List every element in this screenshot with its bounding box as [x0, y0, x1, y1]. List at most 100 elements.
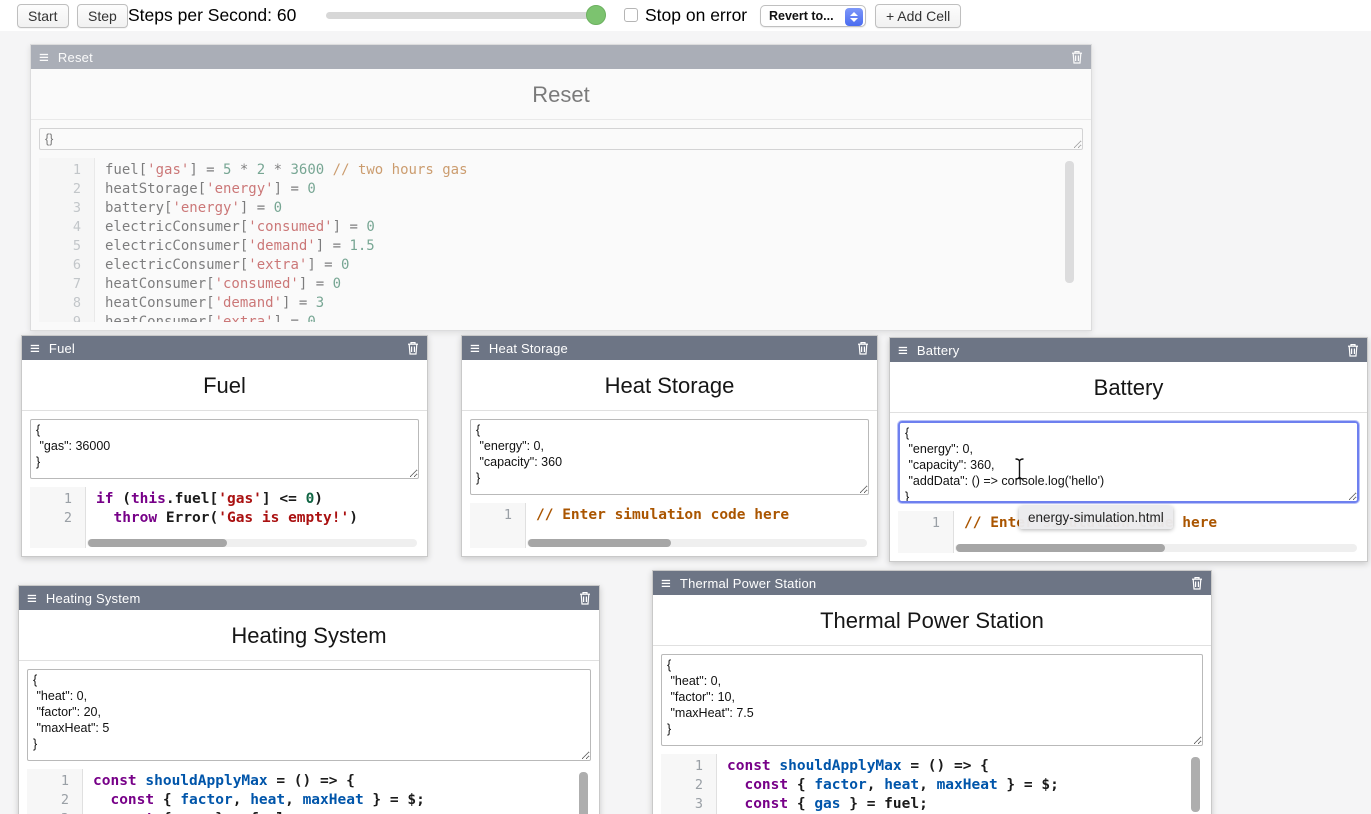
cell-header[interactable]: ≡ Fuel [22, 336, 427, 360]
filename-tooltip: energy-simulation.html [1019, 506, 1173, 529]
config-editor-wrap [470, 419, 869, 495]
line-number: 1 [898, 514, 953, 533]
config-json-input[interactable] [39, 128, 1083, 150]
code-editor[interactable]: 123 const shouldApplyMax = () => { const… [661, 754, 1203, 814]
trash-icon[interactable] [857, 341, 869, 355]
start-button[interactable]: Start [17, 4, 69, 28]
vertical-scrollbar-thumb[interactable] [1191, 757, 1200, 812]
toolbar: Start Step Steps per Second: 60 Stop on … [0, 0, 1371, 31]
speed-slider-thumb[interactable] [586, 5, 606, 25]
config-json-input[interactable] [661, 654, 1203, 746]
line-number: 9 [39, 313, 94, 322]
horizontal-scrollbar[interactable] [527, 539, 867, 547]
divider [890, 412, 1367, 413]
line-number-gutter: 1 [470, 503, 526, 548]
line-number: 1 [470, 506, 525, 525]
divider [462, 410, 877, 411]
menu-icon[interactable]: ≡ [39, 49, 49, 66]
cell-heat_storage: ≡ Heat Storage Heat Storage 1 // Enter s… [461, 335, 878, 557]
cell-header-title: Battery [917, 343, 960, 358]
trash-icon[interactable] [1071, 50, 1083, 64]
cell-heating_system: ≡ Heating System Heating System 123 cons… [18, 585, 600, 814]
cell-title: Thermal Power Station [653, 595, 1211, 645]
divider [31, 119, 1091, 120]
horizontal-scrollbar-thumb[interactable] [528, 539, 671, 547]
speed-slider-track[interactable] [326, 12, 606, 19]
code-line: const { factor, heat, maxHeat } = $; [93, 791, 591, 810]
line-number-gutter: 1 [898, 511, 954, 553]
vertical-scrollbar-thumb[interactable] [1065, 161, 1074, 283]
revert-to-select-value: Revert to... [769, 9, 834, 23]
horizontal-scrollbar-thumb[interactable] [956, 544, 1165, 552]
divider [653, 645, 1211, 646]
horizontal-scrollbar[interactable] [87, 539, 417, 547]
config-json-input[interactable] [470, 419, 869, 495]
code-line: const { factor, heat, maxHeat } = $; [727, 776, 1203, 795]
line-number: 2 [661, 776, 716, 795]
config-json-input[interactable] [30, 419, 419, 479]
menu-icon[interactable]: ≡ [27, 590, 37, 607]
code-editor[interactable]: 123456789 fuel['gas'] = 5 * 2 * 3600 // … [39, 158, 1083, 322]
config-editor-wrap [39, 128, 1083, 150]
cell-header-title: Fuel [49, 341, 75, 356]
code-line: const shouldApplyMax = () => { [93, 772, 591, 791]
code-line: heatConsumer['consumed'] = 0 [105, 275, 1083, 294]
cell-reset: ≡ Reset Reset 123456789 fuel['gas'] = 5 … [30, 44, 1092, 331]
cell-header-title: Heat Storage [489, 341, 568, 356]
cell-header-title: Thermal Power Station [680, 576, 816, 591]
code-line: heatConsumer['demand'] = 3 [105, 294, 1083, 313]
cell-header[interactable]: ≡ Battery [890, 338, 1367, 362]
stop-on-error-checkbox[interactable] [624, 8, 638, 22]
chevron-down-icon [850, 18, 858, 22]
horizontal-scrollbar[interactable] [955, 544, 1357, 552]
trash-icon[interactable] [1191, 576, 1203, 590]
line-number: 3 [661, 795, 716, 814]
code-line: throw Error('Gas is empty!') [96, 509, 419, 528]
menu-icon[interactable]: ≡ [661, 575, 671, 592]
line-number: 7 [39, 275, 94, 294]
line-number: 4 [39, 218, 94, 237]
line-number: 2 [27, 791, 82, 810]
code-line: const shouldApplyMax = () => { [727, 757, 1203, 776]
steps-per-second-label: Steps per Second: 60 [128, 5, 296, 26]
line-number: 5 [39, 237, 94, 256]
menu-icon[interactable]: ≡ [30, 340, 40, 357]
code-editor[interactable]: 123 const shouldApplyMax = () => { const… [27, 769, 591, 814]
revert-to-select[interactable]: Revert to... [760, 5, 866, 27]
line-number: 1 [30, 490, 85, 509]
code-editor[interactable]: 12 if (this.fuel['gas'] <= 0) throw Erro… [30, 487, 419, 548]
trash-icon[interactable] [579, 591, 591, 605]
cell-title: Heating System [19, 610, 599, 660]
cell-header[interactable]: ≡ Heating System [19, 586, 599, 610]
menu-icon[interactable]: ≡ [470, 340, 480, 357]
code-line: electricConsumer['consumed'] = 0 [105, 218, 1083, 237]
code-editor[interactable]: 1 // Enter simulation code here [470, 503, 869, 548]
trash-icon[interactable] [407, 341, 419, 355]
code-line: heatStorage['energy'] = 0 [105, 180, 1083, 199]
line-number: 2 [30, 509, 85, 528]
config-editor-wrap [27, 669, 591, 761]
code-line: electricConsumer['extra'] = 0 [105, 256, 1083, 275]
code-line: const { gas } = fuel; [93, 810, 591, 814]
cell-battery: ≡ Battery Battery 1 // Enter simulation … [889, 337, 1368, 562]
line-number: 3 [39, 199, 94, 218]
add-cell-button[interactable]: + Add Cell [875, 4, 961, 28]
line-number: 3 [27, 810, 82, 814]
cell-header[interactable]: ≡ Reset [31, 45, 1091, 69]
code-line: electricConsumer['demand'] = 1.5 [105, 237, 1083, 256]
horizontal-scrollbar-thumb[interactable] [88, 539, 227, 547]
vertical-scrollbar-thumb[interactable] [579, 772, 588, 814]
divider [22, 410, 427, 411]
config-editor-wrap [898, 421, 1359, 503]
line-number-gutter: 123456789 [39, 158, 95, 322]
cell-fuel: ≡ Fuel Fuel 12 if (this.fuel['gas'] <= 0… [21, 335, 428, 557]
cell-header[interactable]: ≡ Heat Storage [462, 336, 877, 360]
step-button[interactable]: Step [77, 4, 128, 28]
config-json-input[interactable] [898, 421, 1359, 503]
code-lines: const shouldApplyMax = () => { const { f… [717, 754, 1203, 814]
trash-icon[interactable] [1347, 343, 1359, 357]
code-line: const { gas } = fuel; [727, 795, 1203, 814]
cell-header[interactable]: ≡ Thermal Power Station [653, 571, 1211, 595]
config-json-input[interactable] [27, 669, 591, 761]
menu-icon[interactable]: ≡ [898, 342, 908, 359]
